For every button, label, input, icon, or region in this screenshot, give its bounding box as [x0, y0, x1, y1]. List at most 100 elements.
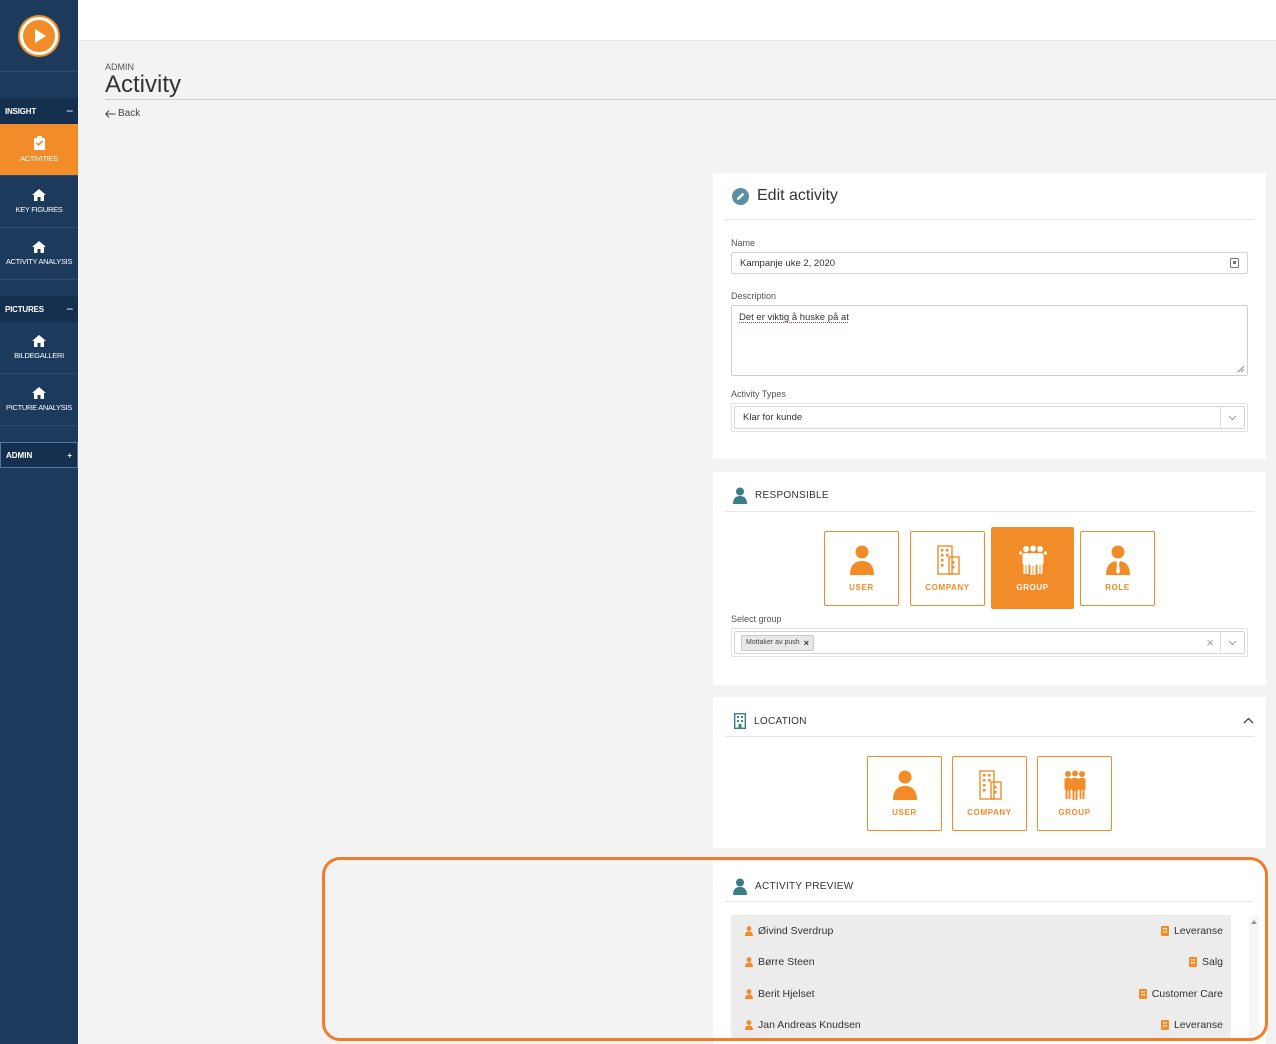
- person-name: Berit Hjelset: [758, 987, 815, 1000]
- user-icon: [849, 545, 874, 575]
- logo-area: [0, 0, 78, 72]
- location-user-tile[interactable]: USER: [867, 756, 942, 831]
- divider: [725, 511, 1254, 512]
- home-icon: [32, 335, 46, 347]
- sidebar-item-label: PICTURE ANALYSIS: [6, 403, 72, 412]
- responsible-user-tile[interactable]: USER: [824, 531, 899, 606]
- name-label: Name: [731, 238, 756, 248]
- chevron-up-icon[interactable]: [1243, 717, 1254, 724]
- sidebar-item-key-figures[interactable]: KEY FIGURES: [0, 176, 78, 228]
- play-logo-icon[interactable]: [20, 16, 58, 55]
- group-name: Salg: [1201, 956, 1223, 969]
- user-icon: [745, 1020, 753, 1031]
- page-title: Activity: [105, 71, 182, 98]
- selected-group-tag: Mottaker av push ×: [741, 634, 814, 651]
- group-icon: [1064, 770, 1085, 800]
- sidebar-section-pictures[interactable]: PICTURES −: [0, 296, 78, 322]
- collapse-icon[interactable]: −: [66, 302, 73, 316]
- page-header: ADMIN Activity: [105, 62, 181, 98]
- panel-title: Edit activity: [757, 187, 838, 204]
- person-icon: [733, 487, 747, 504]
- list-item: Øivind Sverdrup Leveranse: [731, 915, 1231, 947]
- description-label: Description: [731, 291, 777, 301]
- activity-types-select[interactable]: Klar for kunde: [734, 406, 1245, 429]
- header-divider: [105, 99, 1276, 100]
- home-icon: [32, 189, 46, 201]
- building-icon: [1188, 957, 1197, 968]
- tag-label: Mottaker av push: [746, 639, 800, 646]
- home-icon: [32, 387, 46, 399]
- building-icon: [936, 545, 960, 575]
- building-icon: [734, 713, 746, 729]
- sidebar-item-label: ACTIVITIES: [20, 154, 58, 163]
- building-icon: [1138, 988, 1147, 999]
- expand-icon[interactable]: +: [67, 451, 72, 460]
- building-icon: [978, 770, 1002, 800]
- clear-icon[interactable]: ×: [1200, 635, 1220, 650]
- person-name: Øivind Sverdrup: [758, 924, 834, 937]
- user-icon: [745, 957, 753, 968]
- sidebar-item-picture-analysis[interactable]: PICTURE ANALYSIS: [0, 374, 78, 426]
- preview-scrollbar[interactable]: [1249, 915, 1259, 1038]
- name-value: Kampanje uke 2, 2020: [740, 257, 836, 269]
- description-textarea[interactable]: Det er viktig å huske på at: [731, 305, 1248, 376]
- role-icon: [1105, 545, 1130, 575]
- tile-label: ROLE: [1105, 583, 1130, 592]
- group-multiselect[interactable]: Mottaker av push × ×: [734, 631, 1245, 654]
- contact-card-icon: [1230, 258, 1239, 268]
- tile-label: GROUP: [1016, 582, 1049, 592]
- person-icon: [733, 878, 747, 895]
- divider: [725, 901, 1254, 902]
- resize-handle-icon[interactable]: [1237, 365, 1245, 373]
- responsible-company-tile[interactable]: COMPANY: [910, 531, 985, 606]
- description-value: Det er viktig å huske på at: [739, 312, 849, 323]
- sidebar-section-insight[interactable]: INSIGHT −: [0, 98, 78, 124]
- tile-label: COMPANY: [925, 583, 970, 592]
- user-icon: [892, 770, 917, 800]
- responsible-panel: RESPONSIBLE USER COMPANY GROUP ROLE Sele…: [713, 472, 1266, 685]
- sidebar-item-bildegalleri[interactable]: BILDEGALLERI: [0, 322, 78, 374]
- sidebar-item-activities[interactable]: ACTIVITIES: [0, 124, 78, 176]
- tile-label: COMPANY: [967, 808, 1012, 817]
- edit-activity-panel: Edit activity Name Kampanje uke 2, 2020 …: [713, 173, 1266, 459]
- activity-types-value: Klar for kunde: [743, 412, 803, 423]
- user-icon: [745, 925, 753, 936]
- section-title: LOCATION: [754, 715, 807, 727]
- responsible-role-tile[interactable]: ROLE: [1080, 531, 1155, 606]
- sidebar: INSIGHT − ACTIVITIES KEY FIGURES ACTIVIT…: [0, 0, 78, 1044]
- user-icon: [745, 988, 753, 999]
- location-company-tile[interactable]: COMPANY: [952, 756, 1027, 831]
- person-name: Jan Andreas Knudsen: [758, 1019, 861, 1032]
- group-name: Leveranse: [1173, 1019, 1223, 1032]
- sidebar-section-admin[interactable]: ADMIN +: [0, 442, 78, 468]
- tile-label: USER: [849, 583, 874, 592]
- building-icon: [1160, 925, 1169, 936]
- list-item: Berit Hjelset Customer Care: [731, 978, 1231, 1010]
- location-group-tile[interactable]: GROUP: [1037, 756, 1112, 831]
- chevron-down-icon[interactable]: [1220, 632, 1244, 653]
- sidebar-item-label: BILDEGALLERI: [14, 351, 64, 360]
- location-panel: LOCATION USER COMPANY GROUP: [713, 697, 1266, 848]
- tile-label: USER: [892, 808, 917, 817]
- tag-remove-icon[interactable]: ×: [804, 638, 809, 648]
- name-input[interactable]: Kampanje uke 2, 2020: [731, 252, 1248, 274]
- person-name: Børre Steen: [758, 956, 815, 969]
- group-name: Customer Care: [1151, 987, 1223, 1000]
- collapse-icon[interactable]: −: [66, 104, 73, 118]
- back-link[interactable]: Back: [105, 108, 140, 119]
- scroll-up-icon[interactable]: [1251, 920, 1257, 924]
- top-bar: [78, 0, 1276, 41]
- group-icon: [1018, 545, 1047, 575]
- list-item: Børre Steen Salg: [731, 947, 1231, 979]
- activity-preview-panel: ACTIVITY PREVIEW Øivind Sverdrup Leveran…: [713, 862, 1266, 1044]
- arrow-left-icon: [105, 109, 116, 118]
- activity-types-label: Activity Types: [731, 389, 786, 399]
- section-label: PICTURES: [5, 304, 44, 314]
- building-icon: [1160, 1020, 1169, 1031]
- section-label: INSIGHT: [5, 106, 37, 116]
- preview-list: Øivind Sverdrup Leveranse Børre Steen Sa…: [731, 915, 1231, 1038]
- home-icon: [32, 241, 46, 253]
- responsible-group-tile[interactable]: GROUP: [991, 527, 1074, 609]
- sidebar-item-activity-analysis[interactable]: ACTIVITY ANALYSIS: [0, 228, 78, 280]
- chevron-down-icon[interactable]: [1220, 407, 1244, 428]
